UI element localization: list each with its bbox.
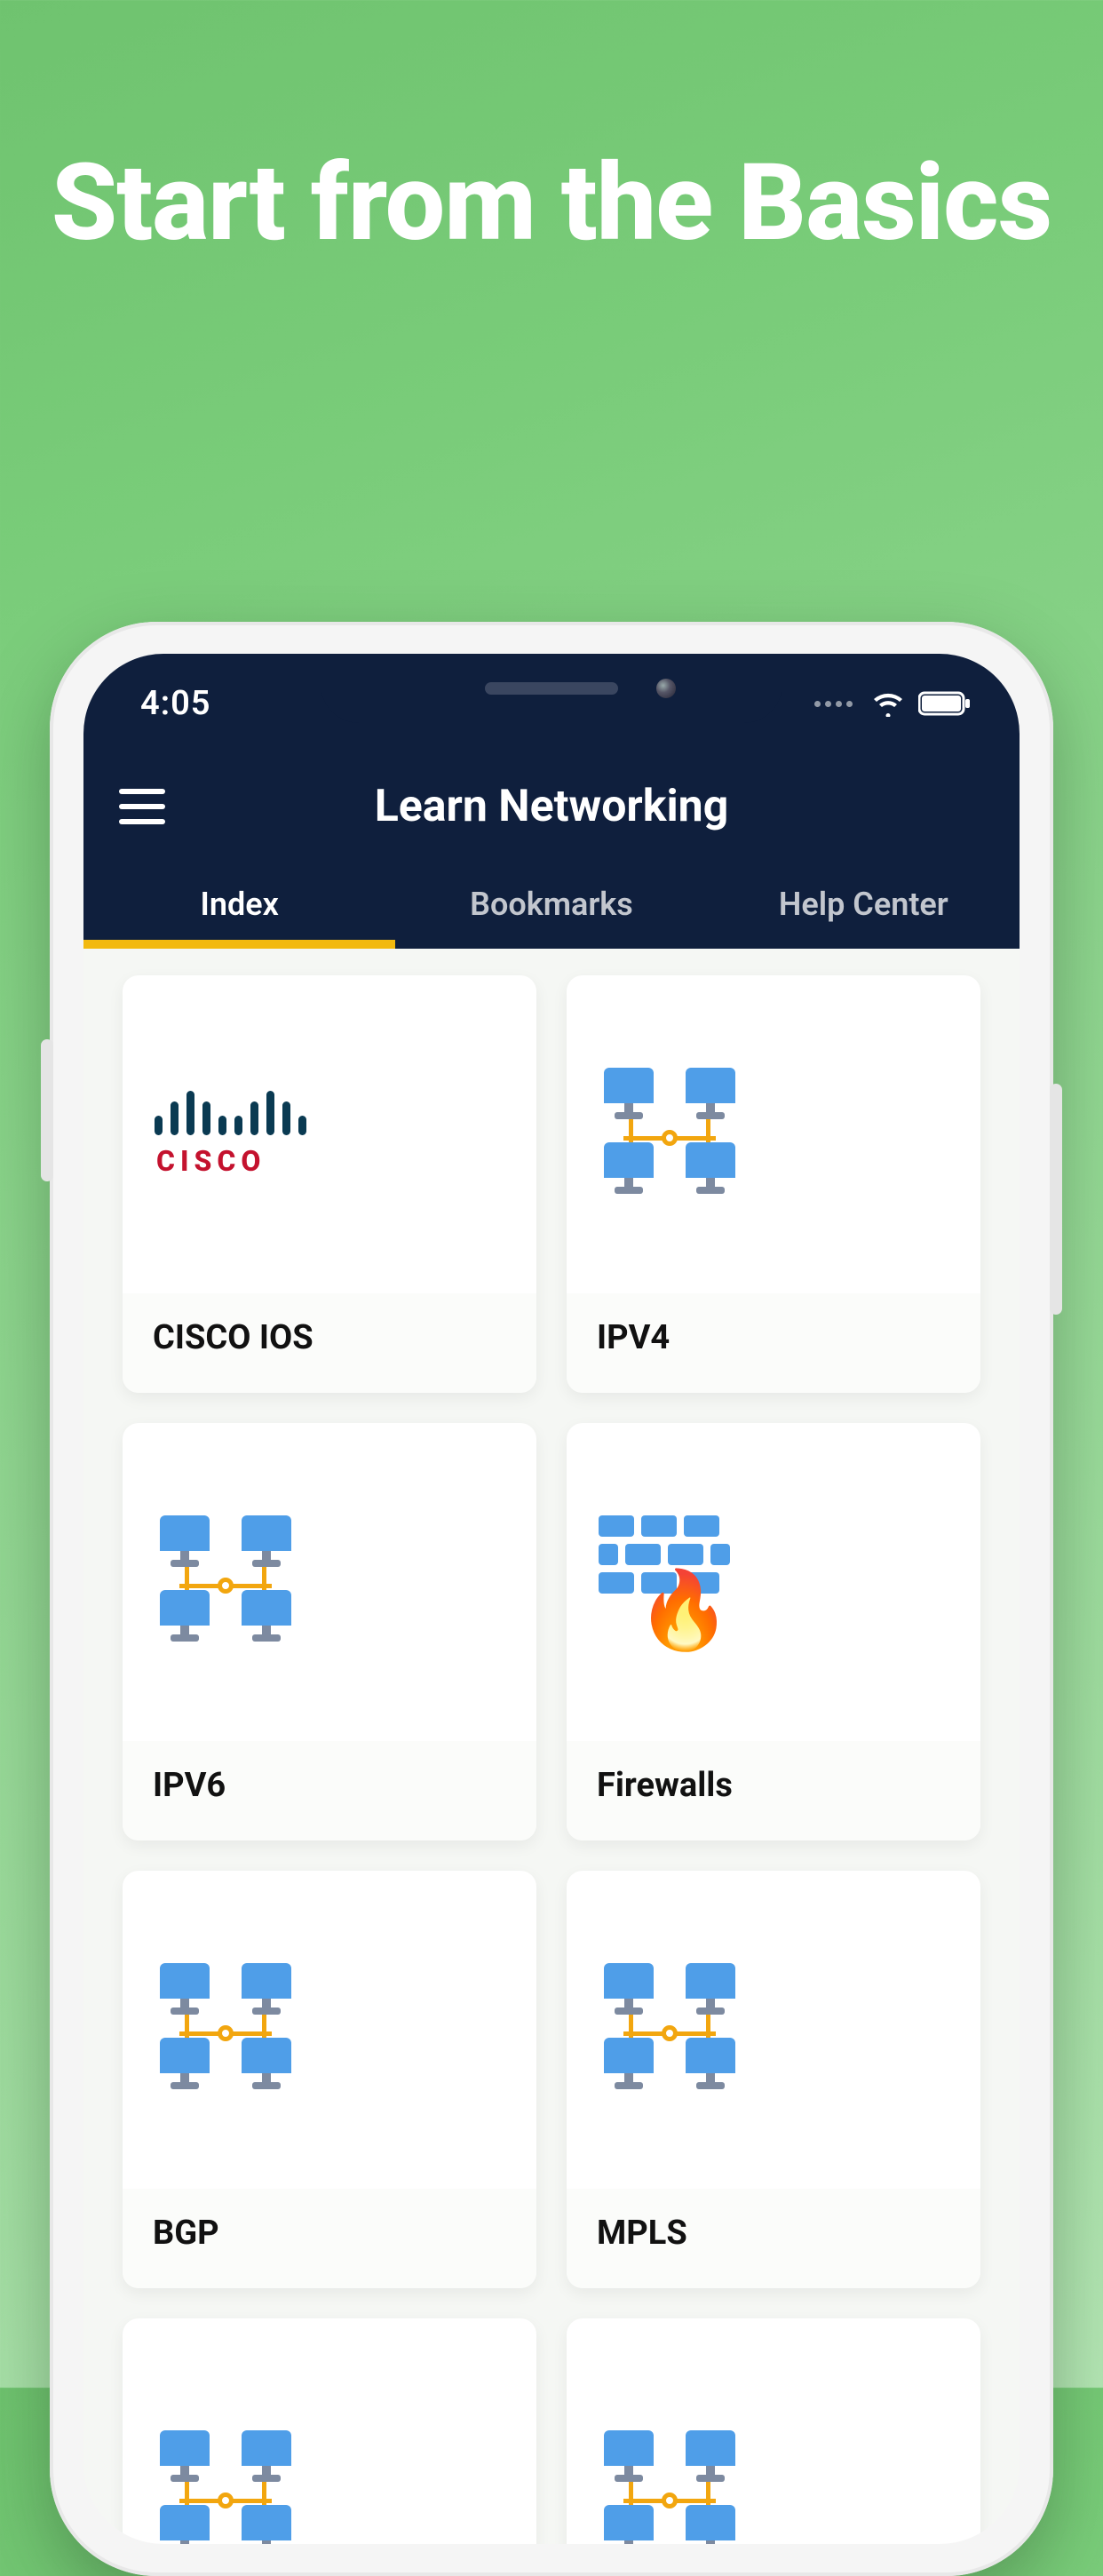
- firewall-icon: 🔥: [599, 1515, 741, 1649]
- network-topology-icon: [599, 1068, 741, 1201]
- card-grid: CISCO CISCO IOS IPV4: [123, 975, 980, 2544]
- tab-label: Index: [201, 886, 279, 923]
- phone-mockup-frame: 4:05: [50, 622, 1053, 2576]
- phone-side-button-right: [1050, 1084, 1062, 1315]
- marketing-headline: Start from the Basics: [0, 0, 1103, 265]
- cisco-logo-icon: CISCO: [155, 1091, 306, 1178]
- topic-card-mpls[interactable]: MPLS: [567, 1871, 980, 2288]
- card-icon: [123, 1423, 536, 1741]
- topic-card-firewalls[interactable]: 🔥 Firewalls: [567, 1423, 980, 1841]
- battery-icon: [918, 691, 972, 716]
- card-label: Firewalls: [567, 1741, 980, 1841]
- notch-camera-icon: [656, 679, 676, 698]
- topic-card[interactable]: [567, 2318, 980, 2544]
- card-label: IPV6: [123, 1741, 536, 1841]
- card-label: BGP: [123, 2189, 536, 2288]
- notch-speaker: [485, 682, 618, 695]
- status-time: 4:05: [140, 684, 210, 723]
- topic-card-ipv6[interactable]: IPV6: [123, 1423, 536, 1841]
- cellular-signal-icon: [814, 701, 853, 707]
- card-icon: [123, 1871, 536, 2189]
- card-icon: CISCO: [123, 975, 536, 1293]
- card-icon: [567, 1871, 980, 2189]
- topic-card-bgp[interactable]: BGP: [123, 1871, 536, 2288]
- tab-label: Help Center: [779, 886, 948, 923]
- card-icon: [123, 2318, 536, 2544]
- tab-help-center[interactable]: Help Center: [708, 860, 1020, 949]
- tab-index[interactable]: Index: [83, 860, 395, 949]
- card-label: CISCO IOS: [123, 1293, 536, 1393]
- topic-card[interactable]: [123, 2318, 536, 2544]
- menu-icon[interactable]: [119, 789, 165, 824]
- card-grid-container: CISCO CISCO IOS IPV4: [83, 949, 1020, 2544]
- card-icon: 🔥: [567, 1423, 980, 1741]
- cisco-wordmark: CISCO: [156, 1144, 266, 1178]
- phone-notch: [321, 654, 782, 723]
- flame-icon: 🔥: [637, 1572, 732, 1649]
- tab-bar: Index Bookmarks Help Center: [83, 860, 1020, 949]
- topic-card-cisco-ios[interactable]: CISCO CISCO IOS: [123, 975, 536, 1393]
- card-label: IPV4: [567, 1293, 980, 1393]
- title-bar: Learn Networking: [83, 753, 1020, 860]
- page-title: Learn Networking: [375, 781, 729, 832]
- wifi-icon: [870, 690, 906, 717]
- network-topology-icon: [599, 1963, 741, 2096]
- network-topology-icon: [155, 1963, 297, 2096]
- network-topology-icon: [155, 1515, 297, 1649]
- card-icon: [567, 975, 980, 1293]
- topic-card-ipv4[interactable]: IPV4: [567, 975, 980, 1393]
- tab-label: Bookmarks: [470, 886, 633, 923]
- card-label: MPLS: [567, 2189, 980, 2288]
- card-icon: [567, 2318, 980, 2544]
- network-topology-icon: [155, 2430, 297, 2544]
- tab-bookmarks[interactable]: Bookmarks: [395, 860, 707, 949]
- network-topology-icon: [599, 2430, 741, 2544]
- phone-screen: 4:05: [83, 654, 1020, 2544]
- phone-side-button-left: [41, 1039, 53, 1181]
